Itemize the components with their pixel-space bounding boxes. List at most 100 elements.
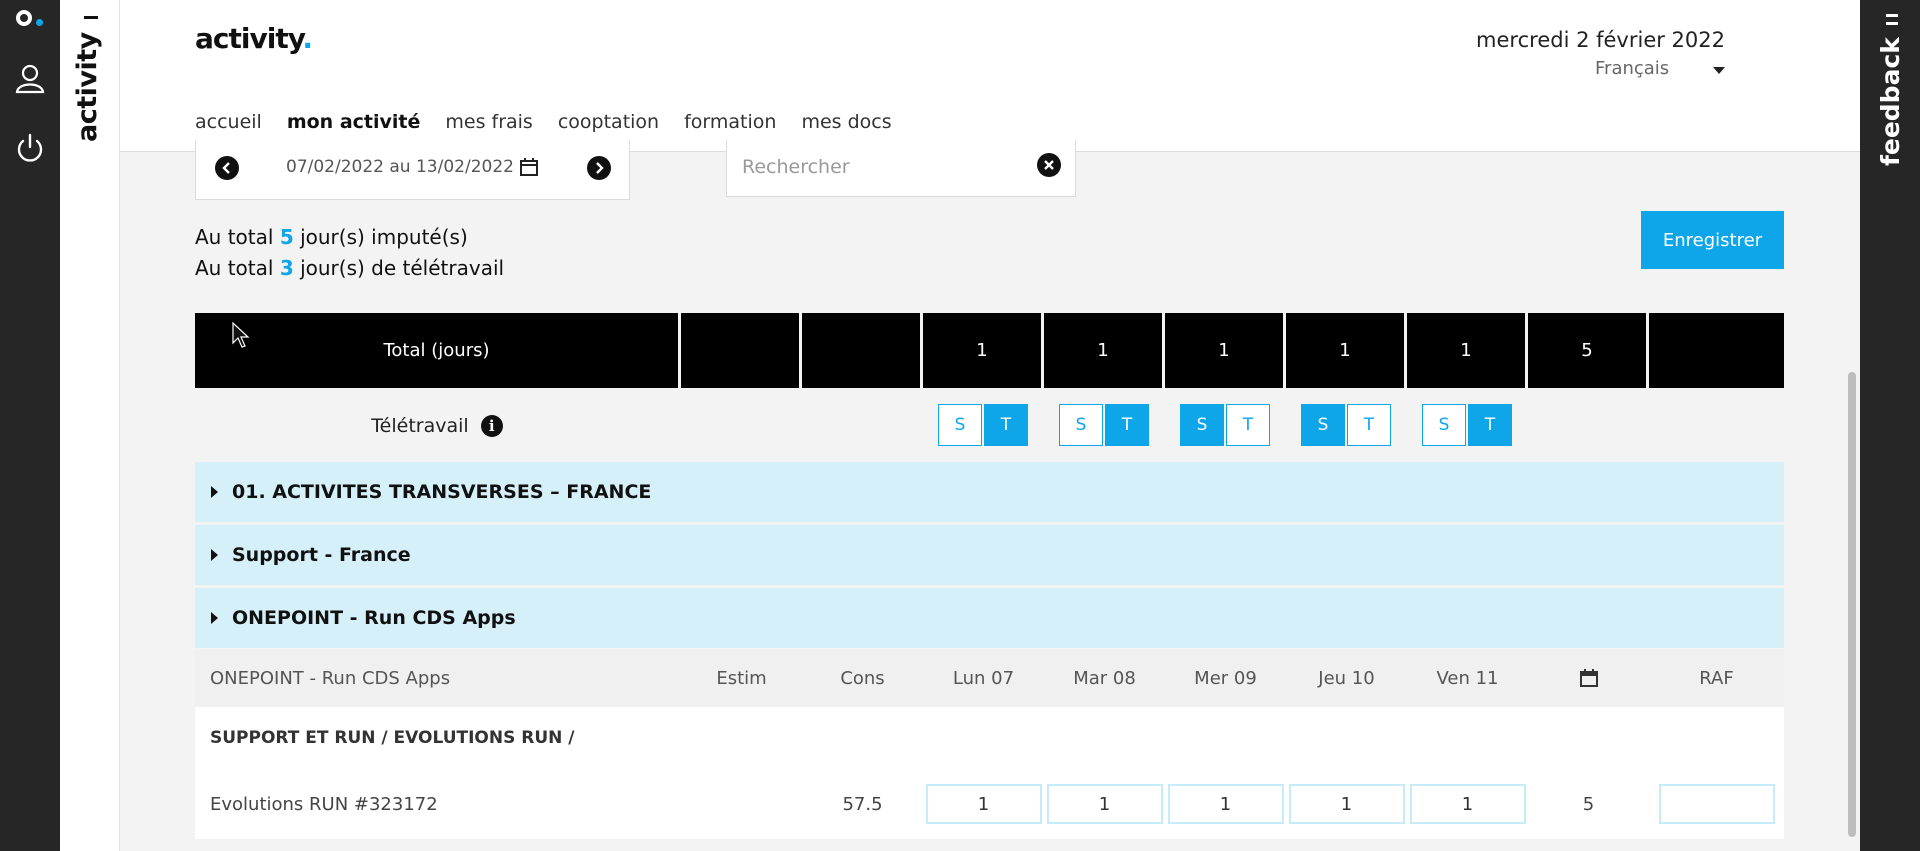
site-toggle-fri[interactable]: S <box>1422 404 1466 446</box>
total-label: Total (jours) <box>195 313 681 388</box>
section-row: SUPPORT ET RUN / EVOLUTIONS RUN / <box>195 707 1784 769</box>
brand-strip: activity <box>60 0 120 851</box>
total-teletravail-line: Au total 3 jour(s) de télétravail <box>195 256 505 280</box>
menu-icon[interactable] <box>1886 14 1898 17</box>
vertical-brand-text: activity <box>72 32 103 142</box>
site-toggle-mon[interactable]: S <box>938 404 982 446</box>
nav-mes-frais[interactable]: mes frais <box>445 111 532 133</box>
project-name: ONEPOINT - Run CDS Apps <box>210 667 451 689</box>
scrollbar-thumb[interactable] <box>1848 372 1856 837</box>
raf-input[interactable] <box>1658 784 1775 824</box>
nav-mon-activite[interactable]: mon activité <box>287 111 421 133</box>
save-button[interactable]: Enregistrer <box>1641 211 1784 269</box>
feedback-rail[interactable]: feedback <box>1860 0 1920 851</box>
chevron-right-icon <box>596 162 604 174</box>
user-icon[interactable] <box>14 62 46 94</box>
teletravail-label-cell: Télétravail i <box>195 389 679 463</box>
calendar-icon <box>1528 649 1649 707</box>
total-day-fri: 1 <box>1407 313 1528 388</box>
remote-toggle-fri[interactable]: T <box>1468 404 1512 446</box>
col-raf: RAF <box>1699 667 1734 689</box>
main-nav: accueil mon activité mes frais cooptatio… <box>195 111 892 133</box>
app-logo[interactable] <box>16 8 46 28</box>
header: activity. mercredi 2 février 2022 França… <box>120 0 1860 152</box>
total-cons <box>802 313 923 388</box>
total-estim <box>681 313 802 388</box>
info-icon[interactable]: i <box>480 415 503 437</box>
group-label: Support - France <box>232 544 411 566</box>
clear-search-button[interactable] <box>1037 153 1061 177</box>
date-range-picker: 07/02/2022 au 13/02/2022 <box>195 140 630 200</box>
brand-logo[interactable]: activity. <box>195 22 313 55</box>
language-select[interactable]: Français <box>1595 58 1725 79</box>
caret-right-icon <box>211 549 218 561</box>
remote-toggle-mon[interactable]: T <box>984 404 1028 446</box>
teletravail-wed: S T <box>1180 404 1270 446</box>
teletravail-fri: S T <box>1422 404 1512 446</box>
search-input[interactable] <box>742 153 1032 181</box>
caret-right-icon <box>211 612 218 624</box>
day-input-thu[interactable] <box>1288 784 1405 824</box>
language-label: Français <box>1595 58 1670 79</box>
item-estim <box>681 769 802 839</box>
remote-toggle-wed[interactable]: T <box>1226 404 1270 446</box>
total-raf <box>1649 313 1784 388</box>
next-week-button[interactable] <box>587 156 611 180</box>
group-label: ONEPOINT - Run CDS Apps <box>232 607 516 629</box>
day-cell-wed <box>1165 769 1286 839</box>
col-wed: Mer 09 <box>1194 667 1257 689</box>
day-cell-thu <box>1286 769 1407 839</box>
nav-formation[interactable]: formation <box>684 111 776 133</box>
calendar-icon[interactable] <box>519 157 539 181</box>
col-estim: Estim <box>716 667 767 689</box>
group-row-activites-transverses[interactable]: 01. ACTIVITES TRANSVERSES – FRANCE <box>195 462 1784 522</box>
day-input-fri[interactable] <box>1409 784 1526 824</box>
site-toggle-wed[interactable]: S <box>1180 404 1224 446</box>
date-range-text[interactable]: 07/02/2022 au 13/02/2022 <box>286 157 514 177</box>
day-input-tue[interactable] <box>1046 784 1163 824</box>
previous-week-button[interactable] <box>215 156 239 180</box>
col-tue: Mar 08 <box>1073 667 1136 689</box>
day-cell-mon <box>923 769 1044 839</box>
chevron-left-icon <box>222 162 230 174</box>
item-cons: 57.5 <box>842 793 883 815</box>
current-date: mercredi 2 février 2022 <box>1476 28 1725 52</box>
group-row-support-france[interactable]: Support - France <box>195 525 1784 585</box>
collapse-icon[interactable] <box>84 16 98 19</box>
item-name: Evolutions RUN #323172 <box>210 793 438 815</box>
total-imputed-line: Au total 5 jour(s) imputé(s) <box>195 225 468 249</box>
nav-cooptation[interactable]: cooptation <box>558 111 659 133</box>
day-input-wed[interactable] <box>1167 784 1284 824</box>
left-rail <box>0 0 60 851</box>
col-mon: Lun 07 <box>952 667 1015 689</box>
site-toggle-thu[interactable]: S <box>1301 404 1345 446</box>
teletravail-thu: S T <box>1301 404 1391 446</box>
item-total: 5 <box>1582 793 1595 815</box>
remote-toggle-thu[interactable]: T <box>1347 404 1391 446</box>
feedback-label[interactable]: feedback <box>1876 37 1905 166</box>
caret-right-icon <box>211 486 218 498</box>
chevron-down-icon <box>1713 67 1725 74</box>
search-box <box>726 140 1076 197</box>
day-cell-tue <box>1044 769 1165 839</box>
nav-accueil[interactable]: accueil <box>195 111 262 133</box>
power-icon[interactable] <box>14 132 46 164</box>
group-label: 01. ACTIVITES TRANSVERSES – FRANCE <box>232 481 652 503</box>
mouse-cursor-icon <box>232 322 250 348</box>
col-cons: Cons <box>840 667 885 689</box>
total-week: 5 <box>1528 313 1649 388</box>
total-day-wed: 1 <box>1165 313 1286 388</box>
site-toggle-tue[interactable]: S <box>1059 404 1103 446</box>
teletravail-row: Télétravail i S T S T S T S T S T <box>195 389 1784 463</box>
close-icon <box>1044 160 1054 170</box>
raf-cell <box>1649 769 1784 839</box>
day-cell-fri <box>1407 769 1528 839</box>
nav-mes-docs[interactable]: mes docs <box>801 111 891 133</box>
total-day-thu: 1 <box>1286 313 1407 388</box>
remote-toggle-tue[interactable]: T <box>1105 404 1149 446</box>
col-thu: Jeu 10 <box>1318 667 1375 689</box>
group-row-onepoint-run[interactable]: ONEPOINT - Run CDS Apps <box>195 588 1784 648</box>
project-header-row: ONEPOINT - Run CDS Apps Estim Cons Lun 0… <box>195 649 1784 707</box>
day-input-mon[interactable] <box>925 784 1042 824</box>
totals-summary: Au total 5 jour(s) imputé(s) Au total 3 … <box>195 222 504 284</box>
